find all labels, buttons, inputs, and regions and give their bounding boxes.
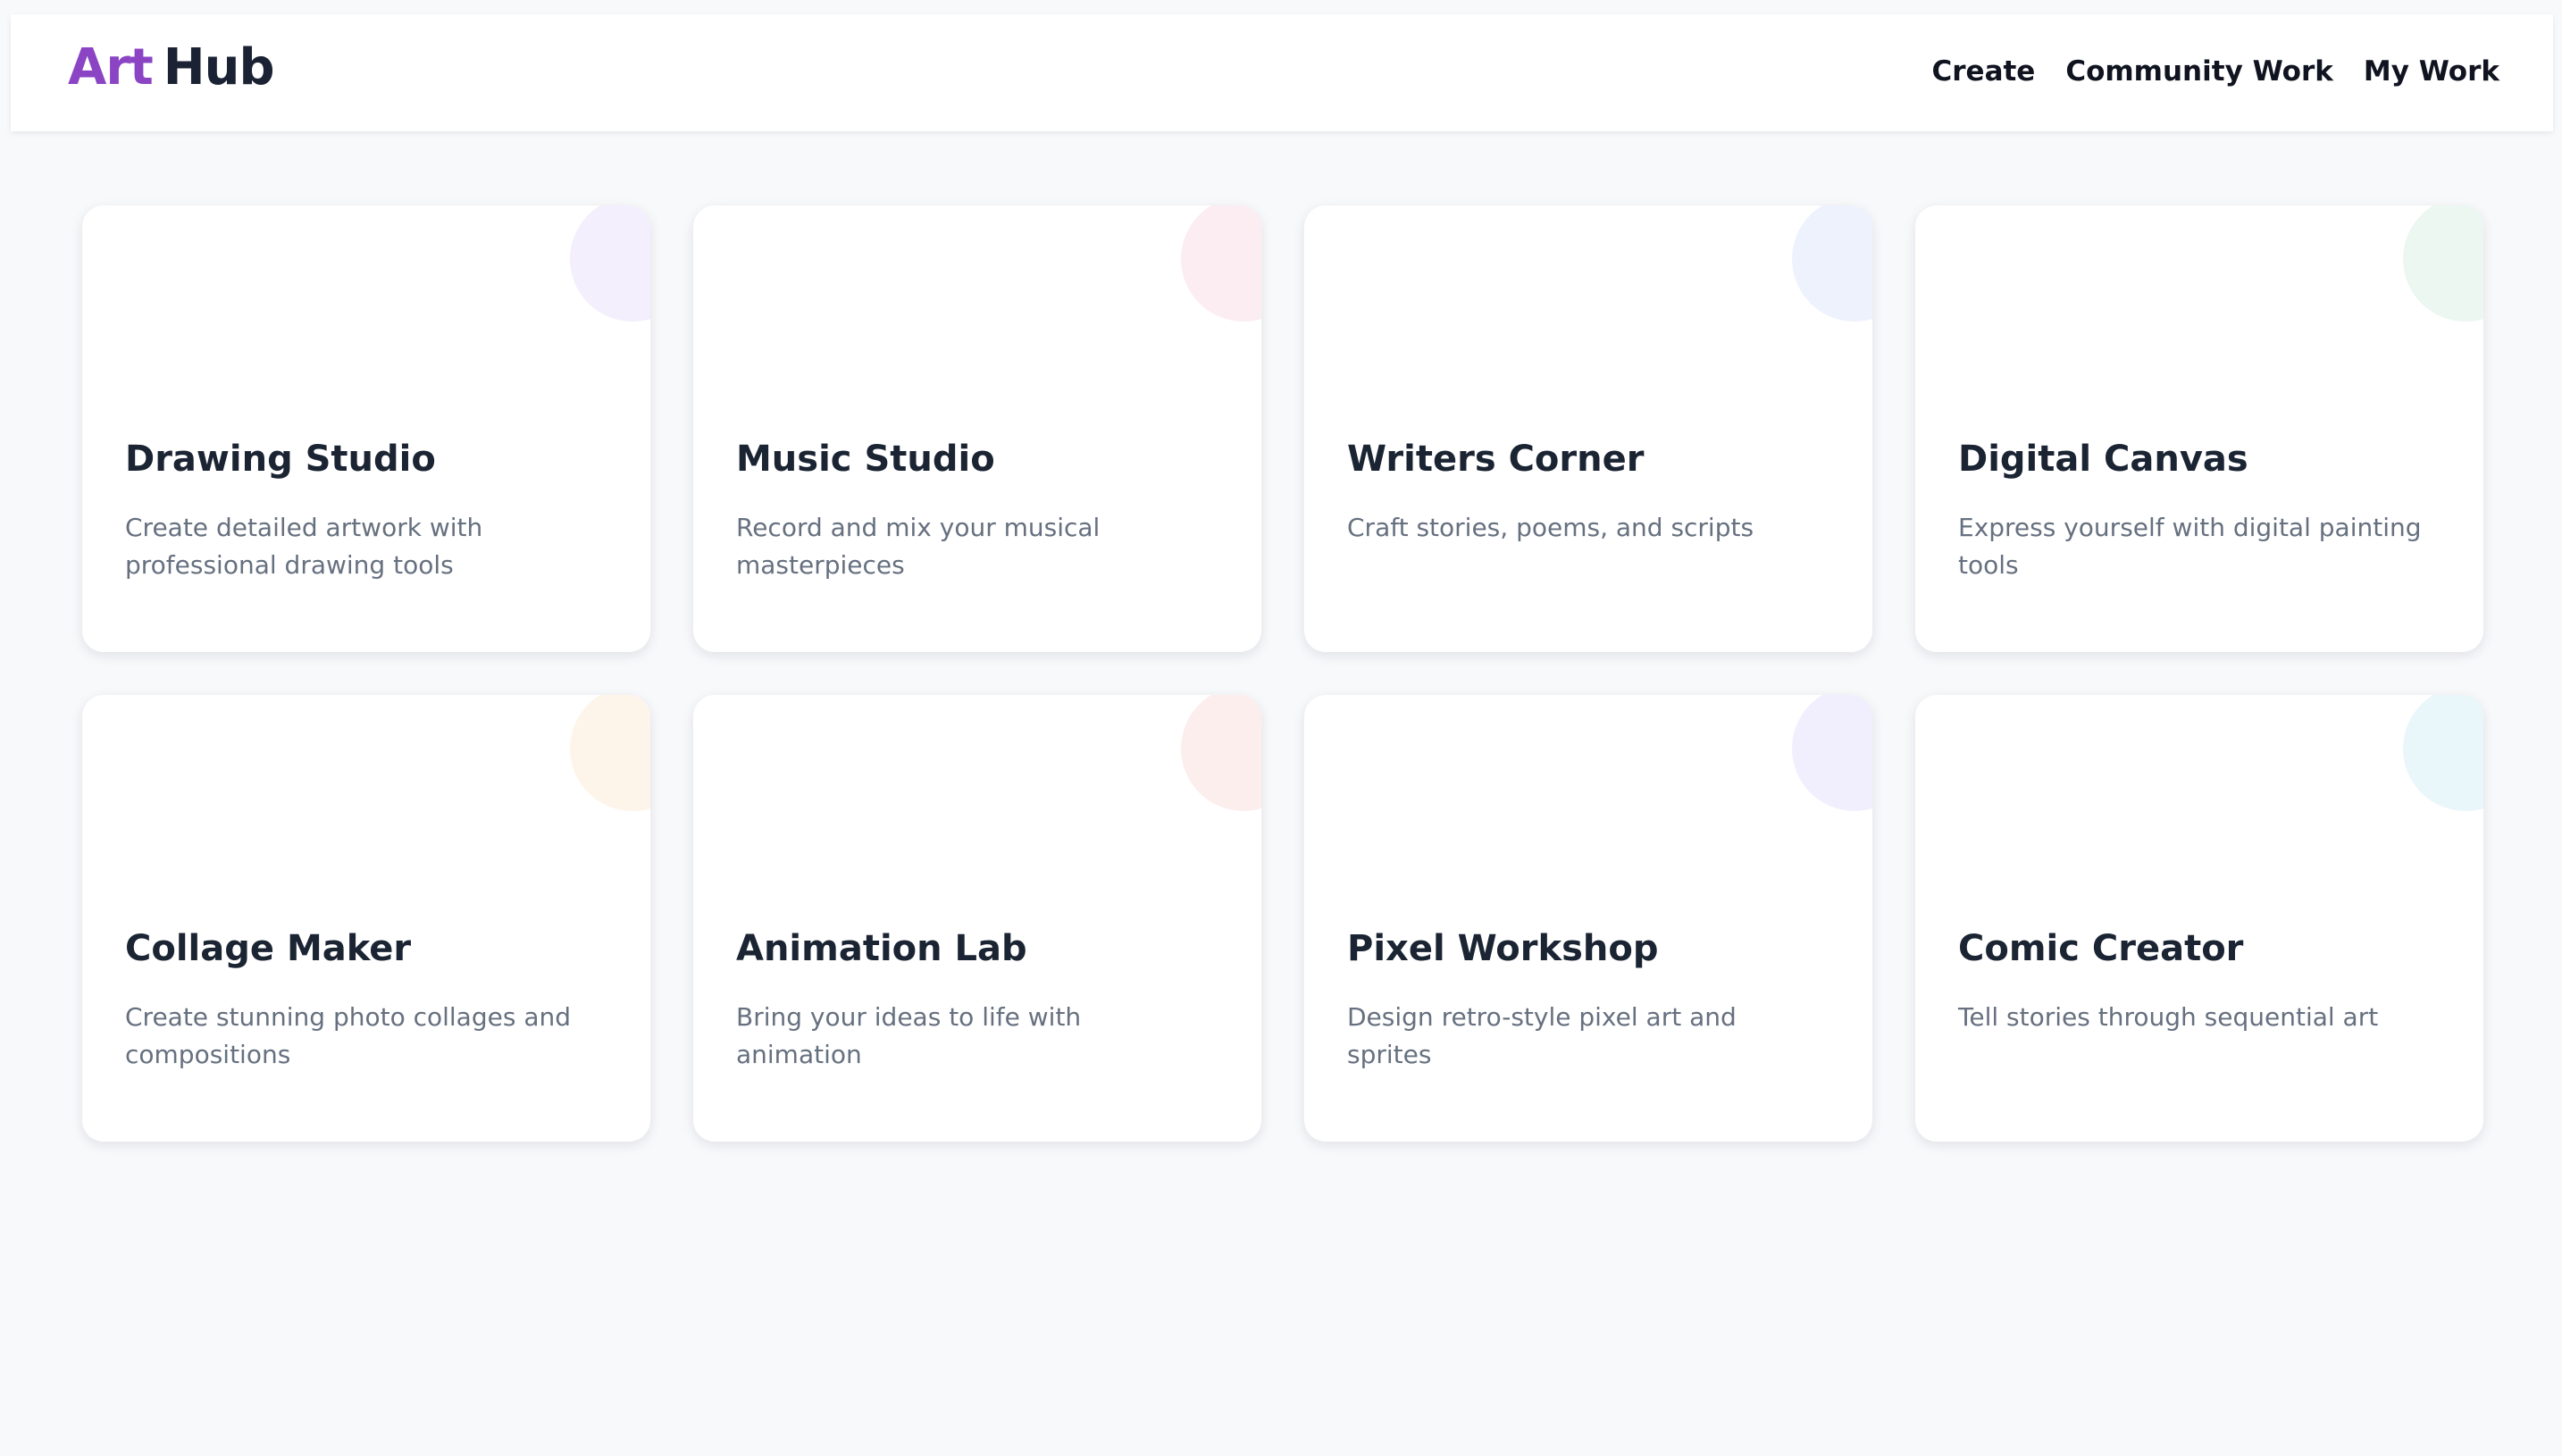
main-nav: Create Community Work My Work: [1932, 55, 2500, 88]
card-description: Express yourself with digital painting t…: [1958, 513, 2422, 580]
card-decoration-circle: [1181, 695, 1261, 811]
studio-card-grid: Drawing Studio Create detailed artwork w…: [82, 205, 2483, 1142]
card-title: Collage Maker: [125, 928, 412, 969]
card-description: Create stunning photo collages and compo…: [125, 1002, 572, 1069]
card-decoration-circle: [570, 205, 650, 322]
card-title: Comic Creator: [1958, 928, 2244, 969]
card-description: Design retro-style pixel art and sprites: [1347, 1002, 1737, 1069]
card-digital-canvas[interactable]: Digital Canvas Express yourself with dig…: [1915, 205, 2483, 652]
card-description: Tell stories through sequential art: [1958, 1002, 2379, 1032]
logo[interactable]: Art Hub: [68, 43, 275, 93]
card-collage-maker[interactable]: Collage Maker Create stunning photo coll…: [82, 695, 650, 1142]
card-description: Create detailed artwork with professiona…: [125, 513, 483, 580]
card-decoration-circle: [1792, 205, 1872, 322]
nav-community-work[interactable]: Community Work: [2065, 55, 2333, 88]
card-description: Bring your ideas to life with animation: [736, 1002, 1082, 1069]
card-decoration-circle: [1792, 695, 1872, 811]
card-decoration-circle: [2403, 205, 2483, 322]
card-comic-creator[interactable]: Comic Creator Tell stories through seque…: [1915, 695, 2483, 1142]
nav-create[interactable]: Create: [1932, 55, 2036, 88]
card-drawing-studio[interactable]: Drawing Studio Create detailed artwork w…: [82, 205, 650, 652]
card-decoration-circle: [2403, 695, 2483, 811]
card-writers-corner[interactable]: Writers Corner Craft stories, poems, and…: [1304, 205, 1872, 652]
card-decoration-circle: [1181, 205, 1261, 322]
card-title: Music Studio: [736, 439, 995, 480]
card-title: Animation Lab: [736, 928, 1027, 969]
top-header: Art Hub Create Community Work My Work: [11, 14, 2553, 131]
card-description: Record and mix your musical masterpieces: [736, 513, 1101, 580]
logo-art-text: Art: [68, 38, 154, 96]
card-title: Digital Canvas: [1958, 439, 2248, 480]
card-title: Pixel Workshop: [1347, 928, 1659, 969]
nav-my-work[interactable]: My Work: [2364, 55, 2499, 88]
card-title: Drawing Studio: [125, 439, 436, 480]
card-description: Craft stories, poems, and scripts: [1347, 513, 1754, 542]
card-music-studio[interactable]: Music Studio Record and mix your musical…: [693, 205, 1261, 652]
card-title: Writers Corner: [1347, 439, 1645, 480]
logo-hub-text: Hub: [163, 38, 275, 96]
card-pixel-workshop[interactable]: Pixel Workshop Design retro-style pixel …: [1304, 695, 1872, 1142]
card-decoration-circle: [570, 695, 650, 811]
card-animation-lab[interactable]: Animation Lab Bring your ideas to life w…: [693, 695, 1261, 1142]
